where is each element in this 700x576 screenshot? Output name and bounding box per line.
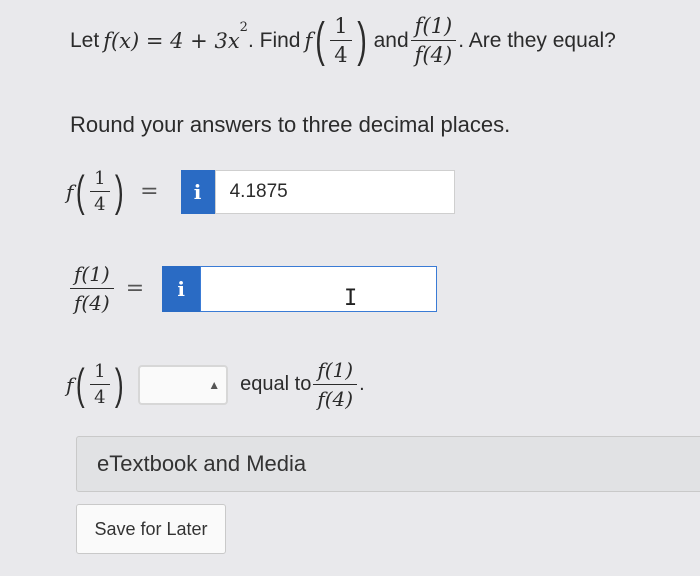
- save-for-later-button[interactable]: Save for Later: [76, 504, 226, 554]
- equals-sign: =: [140, 179, 159, 204]
- question-tail: . Are they equal?: [458, 28, 616, 52]
- fraction-denominator: f(4): [313, 384, 358, 411]
- ratio-fraction: f(1) f(4): [70, 262, 114, 315]
- fraction-numerator: f(1): [414, 14, 453, 38]
- answer-row-3: f ( 1 4 ) ▲ equal to f(1) f(4) .: [66, 358, 365, 411]
- fraction-numerator: f(1): [317, 358, 354, 382]
- fraction-numerator: 1: [334, 14, 348, 38]
- info-icon[interactable]: i: [162, 265, 201, 312]
- f-symbol: f: [66, 179, 74, 204]
- equals-sign: =: [125, 276, 145, 301]
- quarter-fraction: 1 4: [90, 168, 110, 215]
- ratio-fraction: f(1) f(4): [410, 14, 457, 67]
- etextbook-media-panel[interactable]: eTextbook and Media: [76, 436, 700, 492]
- answer-input-1[interactable]: 4.1875: [214, 169, 455, 214]
- fraction-denominator: 4: [330, 40, 352, 67]
- left-paren: (: [76, 166, 86, 216]
- chevron-updown-icon: ▲: [208, 377, 221, 392]
- right-paren: ): [114, 166, 124, 216]
- ratio-fraction: f(1) f(4): [313, 358, 358, 411]
- answer-row-2: f(1) f(4) = i: [68, 262, 438, 315]
- f-symbol: f: [304, 28, 313, 53]
- fraction-numerator: 1: [94, 361, 106, 382]
- save-label: Save for Later: [94, 518, 208, 539]
- text-cursor-icon: I: [344, 286, 358, 311]
- fraction-numerator: 1: [94, 168, 106, 189]
- fraction-denominator: f(4): [410, 40, 457, 67]
- info-icon[interactable]: i: [180, 169, 215, 214]
- exponent: 2: [239, 20, 248, 35]
- etextbook-label: eTextbook and Media: [97, 451, 307, 476]
- fraction-denominator: f(4): [70, 288, 114, 315]
- f-symbol: f: [66, 372, 74, 397]
- fraction-numerator: f(1): [74, 262, 110, 286]
- left-paren: (: [76, 359, 86, 409]
- answer-row-1: f ( 1 4 ) = i 4.1875: [66, 168, 455, 215]
- equality-select[interactable]: ▲: [138, 364, 229, 405]
- and-word: and: [373, 28, 409, 52]
- find-word: . Find: [247, 28, 301, 52]
- left-paren: (: [315, 13, 326, 67]
- fraction-denominator: 4: [90, 384, 110, 408]
- instruction-text: Round your answers to three decimal plac…: [70, 112, 511, 137]
- right-paren: ): [114, 359, 124, 409]
- fraction-denominator: 4: [90, 191, 110, 215]
- let-word: Let: [70, 28, 100, 52]
- function-definition: f(x) = 4 + 3x: [103, 28, 240, 53]
- answer-input-2[interactable]: [200, 265, 438, 312]
- quarter-fraction: 1 4: [330, 14, 352, 67]
- equal-to-text: equal to: [240, 373, 312, 395]
- period: .: [359, 373, 365, 395]
- question-text: Let f(x) = 4 + 3x 2 . Find f ( 1 4 ) and…: [70, 14, 616, 67]
- right-paren: ): [356, 13, 367, 67]
- quarter-fraction: 1 4: [90, 361, 110, 408]
